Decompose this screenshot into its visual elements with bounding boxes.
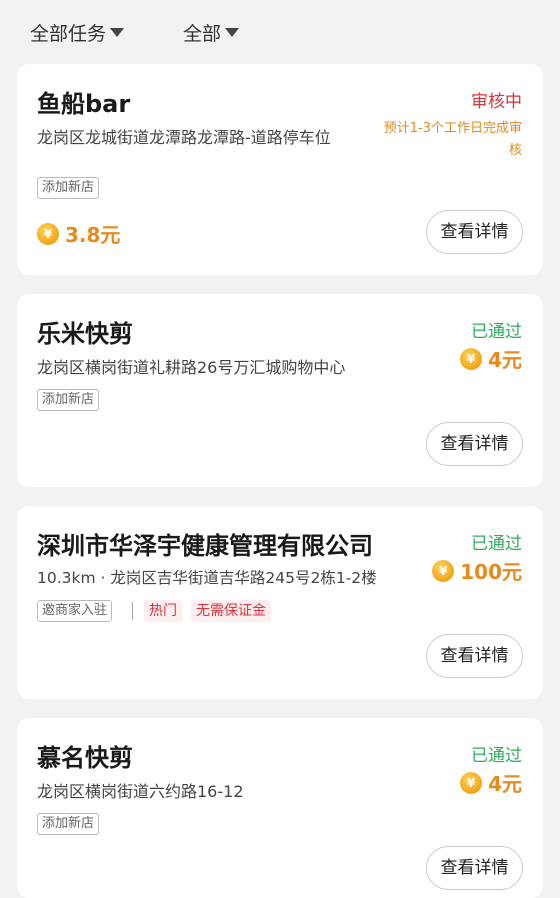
coin-icon: ¥ [37, 222, 59, 245]
task-tag: 添加新店 [37, 389, 100, 411]
reward-amount: 4元 [488, 772, 522, 796]
task-address: 龙岗区龙城街道龙潭路龙潭路-道路停车位 [37, 128, 331, 147]
task-title: 鱼船bar [37, 90, 131, 118]
coin-icon: ¥ [460, 347, 483, 370]
caret-down-icon [225, 27, 240, 37]
task-card[interactable]: 深圳市华泽宇健康管理有限公司 已通过 10.3km · 龙岗区吉华街道吉华路24… [17, 506, 543, 699]
review-note: 预计1-3个工作日完成审核 [383, 121, 522, 158]
task-title: 乐米快剪 [37, 320, 133, 348]
task-address: 10.3km · 龙岗区吉华街道吉华路245号2栋1-2楼 [37, 569, 377, 587]
tag-divider [132, 602, 133, 620]
view-details-button[interactable]: 查看详情 [426, 210, 523, 254]
reward: ¥ 3.8元 [37, 219, 120, 248]
reward: ¥ 4元 [460, 768, 522, 797]
view-details-button[interactable]: 查看详情 [426, 422, 523, 466]
task-card[interactable]: 乐米快剪 已通过 龙岗区横岗街道礼耕路26号万汇城购物中心 ¥ 4元 添加新店 … [17, 294, 543, 487]
reward: ¥ 100元 [432, 556, 522, 585]
task-tag: 添加新店 [37, 813, 100, 835]
no-deposit-tag: 无需保证金 [191, 600, 271, 622]
caret-down-icon [110, 27, 125, 37]
view-details-button[interactable]: 查看详情 [426, 846, 523, 890]
task-address: 龙岗区横岗街道礼耕路26号万汇城购物中心 [37, 358, 346, 377]
status-badge: 已通过 [471, 322, 522, 342]
hot-tag: 热门 [144, 600, 182, 622]
reward-amount: 3.8元 [65, 223, 121, 247]
task-title: 慕名快剪 [37, 744, 133, 772]
task-card[interactable]: 鱼船bar 审核中 龙岗区龙城街道龙潭路龙潭路-道路停车位 预计1-3个工作日完… [17, 64, 543, 275]
status-badge: 已通过 [471, 534, 522, 554]
filter-bar: 全部任务 全部 [0, 0, 560, 64]
status-badge: 已通过 [471, 746, 522, 766]
task-type-filter[interactable]: 全部任务 [30, 18, 125, 46]
coin-icon: ¥ [432, 559, 455, 582]
task-card[interactable]: 慕名快剪 已通过 龙岗区横岗街道六约路16-12 ¥ 4元 添加新店 查看详情 [17, 718, 543, 898]
view-details-button[interactable]: 查看详情 [426, 634, 523, 678]
task-tag: 邀商家入驻 [37, 600, 113, 622]
task-address: 龙岗区横岗街道六约路16-12 [37, 782, 244, 801]
reward-amount: 4元 [488, 348, 522, 372]
reward-amount: 100元 [460, 560, 522, 584]
coin-icon: ¥ [460, 771, 483, 794]
task-tag: 添加新店 [37, 177, 100, 199]
status-badge: 审核中 [471, 92, 522, 112]
status-filter-label: 全部 [183, 22, 222, 45]
task-type-filter-label: 全部任务 [30, 22, 107, 45]
task-title: 深圳市华泽宇健康管理有限公司 [37, 532, 373, 560]
status-filter[interactable]: 全部 [183, 18, 240, 46]
reward: ¥ 4元 [460, 344, 522, 373]
